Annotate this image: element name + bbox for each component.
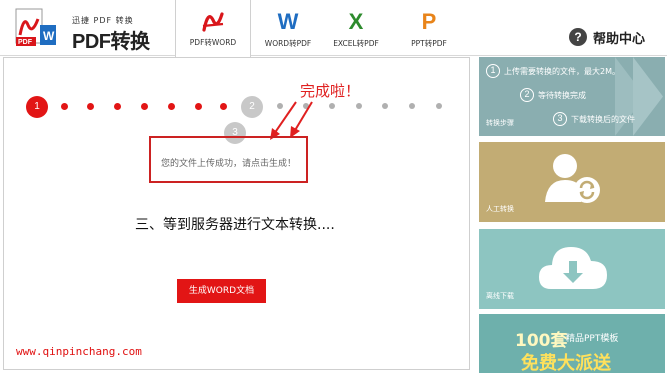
progress-dot [168, 103, 175, 110]
app-window: PDF W 迅捷 PDF 转换 PDF转换器 PDF转WORD W WORD转P… [0, 0, 667, 373]
progress-dot [382, 103, 388, 109]
progress-dot [87, 103, 94, 110]
ppt-template-ad[interactable]: 100套 精品PPT模板 免费大派送 [479, 314, 665, 373]
tab-label: PPT转PDF [411, 39, 447, 48]
tab-label: WORD转PDF [264, 39, 312, 48]
tab-excel-to-pdf[interactable]: X EXCEL转PDF [318, 0, 394, 56]
manual-conversion-panel[interactable]: 人工转换 [479, 142, 665, 222]
person-refresh-icon [545, 154, 600, 203]
logo-icon-word-text: W [43, 29, 55, 43]
help-center-link[interactable]: ? 帮助中心 [569, 26, 645, 48]
site-url-watermark: www.qinpinchang.com [16, 345, 142, 358]
progress-dot [303, 103, 309, 109]
progress-dot [329, 103, 335, 109]
logo-icon-pdf-text: PDF [18, 39, 33, 46]
ad-headline-number: 100套 [515, 331, 568, 351]
step-number-icon: 3 [553, 112, 567, 126]
step-number-icon: 2 [520, 88, 534, 102]
side-step-text: 等待转换完成 [538, 90, 586, 100]
progress-dot [220, 103, 227, 110]
ad-tagline: 免费大派送 [521, 353, 611, 373]
offline-download-panel[interactable]: 离线下载 [479, 229, 665, 309]
offline-panel-title: 离线下载 [486, 292, 514, 300]
progress-dot [436, 103, 442, 109]
step-number-icon: 1 [486, 64, 500, 78]
stage-status-text: 三、等到服务器进行文本转换.... [135, 217, 335, 233]
pdf-logo-icon: PDF W [15, 8, 56, 46]
cloud-download-icon [539, 247, 607, 289]
tab-word-to-pdf[interactable]: W WORD转PDF [250, 0, 326, 56]
side-step-text: 上传需要转换的文件，最大2M。 [504, 66, 620, 76]
progress-dot [141, 103, 148, 110]
upload-success-box: 您的文件上传成功，请点击生成！ [149, 136, 308, 183]
step-indicator-current: 1 [26, 96, 48, 118]
side-step-text: 下载转换后的文件 [571, 114, 635, 124]
top-header: PDF W 迅捷 PDF 转换 PDF转换器 PDF转WORD W WORD转P… [0, 0, 667, 82]
steps-panel-title: 转换步骤 [486, 119, 514, 127]
conversion-steps-panel: 1 上传需要转换的文件，最大2M。 2 等待转换完成 3 下载转换后的文件 转换… [479, 57, 665, 136]
help-label: 帮助中心 [593, 31, 646, 47]
progress-dot [277, 103, 283, 109]
progress-dot [114, 103, 121, 110]
tab-ppt-to-pdf[interactable]: P PPT转PDF [391, 0, 467, 56]
tab-pdf-to-word[interactable]: PDF转WORD [175, 0, 251, 57]
excel-tab-icon: X [348, 9, 364, 34]
generate-word-button[interactable]: 生成WORD文档 [177, 279, 266, 303]
pdf-tab-icon [202, 12, 224, 32]
word-tab-icon: W [277, 9, 299, 34]
app-logo[interactable]: PDF W 迅捷 PDF 转换 PDF转换器 [14, 7, 164, 82]
progress-dot [61, 103, 68, 110]
tab-label: EXCEL转PDF [333, 39, 379, 48]
progress-steps: 1 2 3 [4, 58, 471, 148]
side-step-3: 3 下载转换后的文件 [553, 112, 635, 126]
ad-headline-text: 精品PPT模板 [566, 334, 619, 344]
ppt-tab-icon: P [421, 9, 437, 34]
manual-panel-title: 人工转换 [486, 205, 514, 213]
progress-dot [409, 103, 415, 109]
question-icon: ? [569, 28, 587, 46]
step-indicator-2: 2 [241, 96, 263, 118]
side-step-1: 1 上传需要转换的文件，最大2M。 [486, 64, 620, 78]
annotation-text: 完成啦！ [300, 82, 361, 100]
conversion-panel: 1 2 3 完成啦！ 您的文件上传成功，请点击生成！ 三、等到服务器进行文本转换… [3, 57, 470, 370]
tab-label: PDF转WORD [189, 38, 237, 47]
side-step-2: 2 等待转换完成 [520, 88, 586, 102]
upload-success-message: 您的文件上传成功，请点击生成！ [161, 159, 297, 169]
progress-dot [195, 103, 202, 110]
progress-dot [356, 103, 362, 109]
